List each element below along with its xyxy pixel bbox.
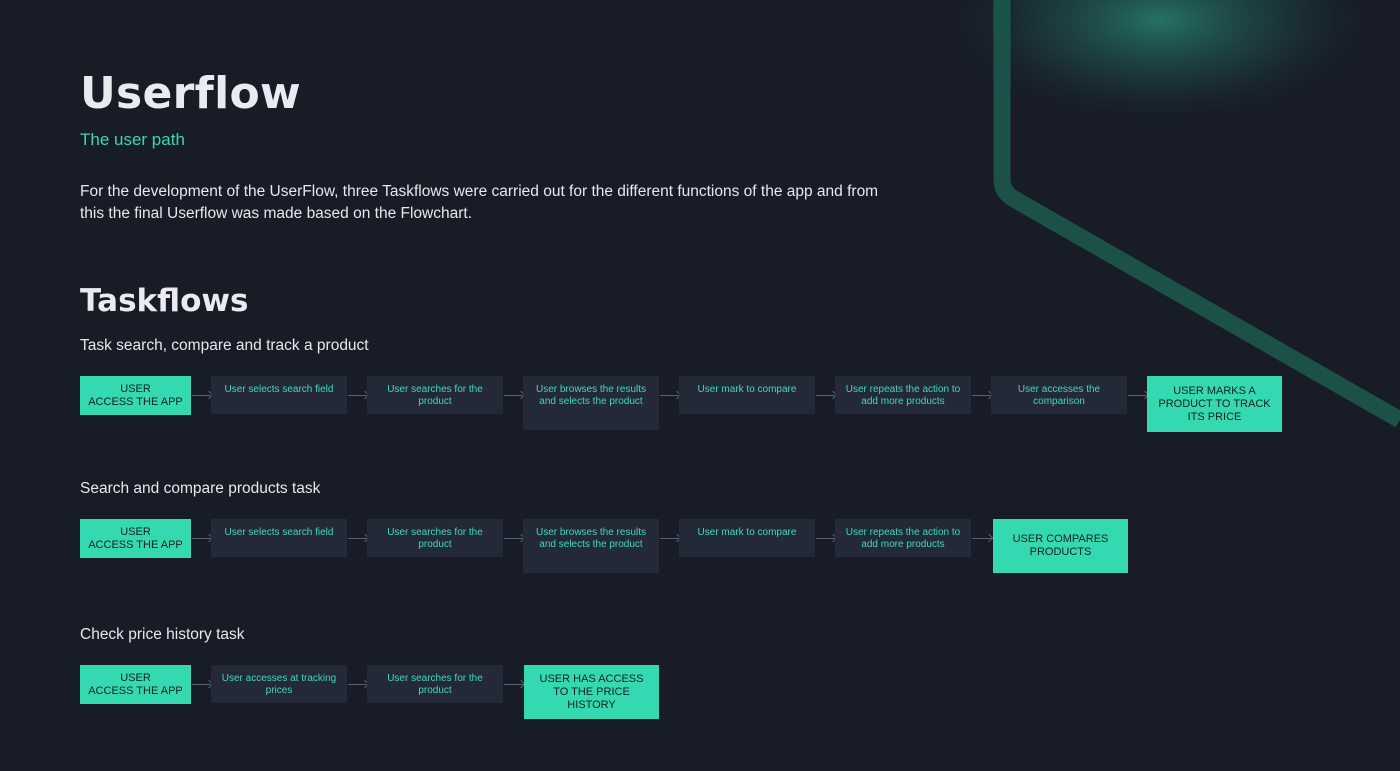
taskflows-heading: Taskflows <box>80 283 249 319</box>
arrow-connector <box>660 395 680 396</box>
flow-end-node: USER COMPARES PRODUCTS <box>993 519 1128 573</box>
arrow-connector <box>972 538 992 539</box>
flow-title: Search and compare products task <box>80 480 321 497</box>
page-title: Userflow <box>80 68 301 119</box>
arrow-connector <box>816 538 836 539</box>
taskflow-search-compare: Search and compare products task USER AC… <box>80 478 1340 579</box>
flow-end-node: USER HAS ACCESS TO THE PRICE HISTORY <box>524 665 659 719</box>
arrow-connector <box>504 395 524 396</box>
taskflow-price-history: Check price history task USER ACCESS THE… <box>80 624 1340 725</box>
arrow-connector <box>192 395 212 396</box>
flow-step-node: User searches for the product <box>367 376 503 414</box>
flow-step-node: User repeats the action to add more prod… <box>835 376 971 414</box>
arrow-connector <box>192 538 212 539</box>
arrow-connector <box>660 538 680 539</box>
flow-step-node: User accesses the comparison <box>991 376 1127 414</box>
taskflow-search-compare-track: Task search, compare and track a product… <box>80 335 1340 436</box>
flow-step-node: User selects search field <box>211 519 347 557</box>
arrow-connector <box>348 538 368 539</box>
flow-start-node: USER ACCESS THE APP <box>80 665 191 704</box>
arrow-connector <box>504 538 524 539</box>
arrow-connector <box>192 684 212 685</box>
flow-step-node: User searches for the product <box>367 665 503 703</box>
flow-step-node: User mark to compare <box>679 519 815 557</box>
arrow-connector <box>972 395 992 396</box>
flow-start-node: USER ACCESS THE APP <box>80 376 191 415</box>
glow-shape <box>930 0 1390 130</box>
flow-step-node: User browses the results and selects the… <box>523 376 659 430</box>
page-subtitle: The user path <box>80 130 185 149</box>
flow-step-node: User selects search field <box>211 376 347 414</box>
arrow-connector <box>348 395 368 396</box>
flow-start-node: USER ACCESS THE APP <box>80 519 191 558</box>
flow-title: Task search, compare and track a product <box>80 337 369 354</box>
flow-title: Check price history task <box>80 626 245 643</box>
arrow-connector <box>504 684 524 685</box>
arrow-connector <box>348 684 368 685</box>
flow-step-node: User searches for the product <box>367 519 503 557</box>
arrow-connector <box>816 395 836 396</box>
flow-row: USER ACCESS THE APP User selects search … <box>80 519 1340 579</box>
flow-row: USER ACCESS THE APP User accesses at tra… <box>80 665 1340 725</box>
flow-row: USER ACCESS THE APP User selects search … <box>80 376 1340 436</box>
flow-step-node: User repeats the action to add more prod… <box>835 519 971 557</box>
flow-step-node: User mark to compare <box>679 376 815 414</box>
arrow-connector <box>1128 395 1148 396</box>
flow-step-node: User accesses at tracking prices <box>211 665 347 703</box>
flow-step-node: User browses the results and selects the… <box>523 519 659 573</box>
flow-end-node: USER MARKS A PRODUCT TO TRACK ITS PRICE <box>1147 376 1282 432</box>
intro-paragraph: For the development of the UserFlow, thr… <box>80 183 879 222</box>
